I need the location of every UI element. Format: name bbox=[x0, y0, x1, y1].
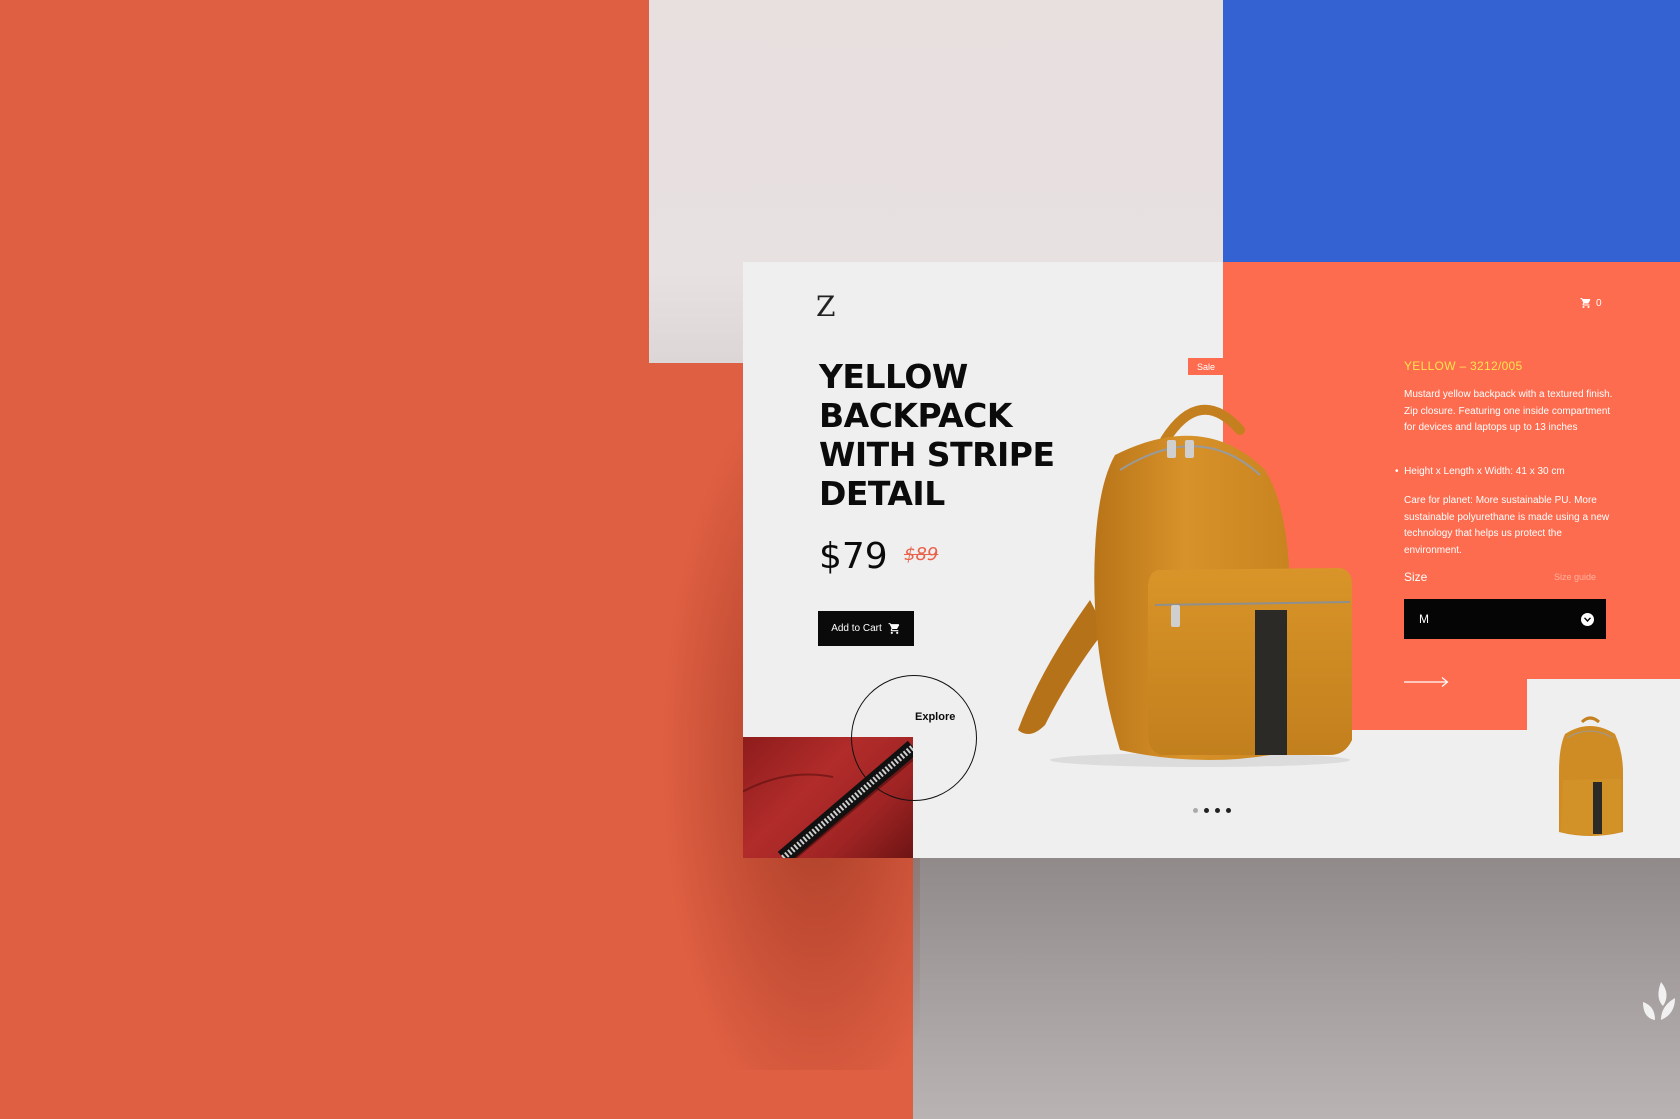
cart-count: 0 bbox=[1596, 297, 1602, 309]
cart-icon bbox=[1580, 298, 1591, 308]
explore-circle-button[interactable] bbox=[851, 675, 977, 801]
background-blue-panel bbox=[1223, 0, 1680, 262]
cart-button[interactable]: 0 bbox=[1580, 297, 1602, 309]
size-guide-link[interactable]: Size guide bbox=[1554, 572, 1596, 582]
cart-icon bbox=[888, 623, 900, 634]
background-grey-bottom-panel bbox=[913, 858, 1680, 1119]
logo-letter: Z bbox=[816, 290, 835, 323]
thumbnail-backpack[interactable] bbox=[1555, 712, 1625, 840]
size-select[interactable]: M bbox=[1404, 599, 1606, 639]
bullet-marker: • bbox=[1395, 466, 1405, 477]
carousel-dot[interactable] bbox=[1193, 808, 1198, 813]
product-sku: YELLOW – 3212/005 bbox=[1404, 359, 1523, 373]
carousel-dots bbox=[1193, 808, 1231, 813]
carousel-dot[interactable] bbox=[1204, 808, 1209, 813]
product-care: Care for planet: More sustainable PU. Mo… bbox=[1404, 495, 1610, 556]
arrow-right-icon[interactable] bbox=[1404, 676, 1449, 688]
carousel-dot[interactable] bbox=[1226, 808, 1231, 813]
dimensions-text: Height x Length x Width: 41 x 30 cm bbox=[1404, 466, 1565, 477]
product-description: Mustard yellow backpack with a textured … bbox=[1404, 389, 1613, 433]
logo-z-icon[interactable]: Z bbox=[816, 290, 835, 323]
size-select-value: M bbox=[1419, 612, 1429, 626]
carousel-dot[interactable] bbox=[1215, 808, 1220, 813]
chevron-down-icon bbox=[1581, 612, 1594, 626]
explore-label[interactable]: Explore bbox=[915, 711, 955, 723]
product-price: $79 bbox=[819, 536, 888, 577]
product-image-backpack bbox=[1018, 404, 1352, 767]
product-dimensions: • Height x Length x Width: 41 x 30 cm bbox=[1395, 466, 1565, 477]
add-to-cart-button[interactable]: Add to Cart bbox=[818, 611, 914, 646]
product-old-price: $89 bbox=[904, 544, 939, 565]
leaf-icon bbox=[1643, 982, 1675, 1020]
sale-badge: Sale bbox=[1188, 358, 1224, 375]
add-to-cart-label: Add to Cart bbox=[831, 623, 882, 634]
size-label: Size bbox=[1404, 570, 1428, 584]
